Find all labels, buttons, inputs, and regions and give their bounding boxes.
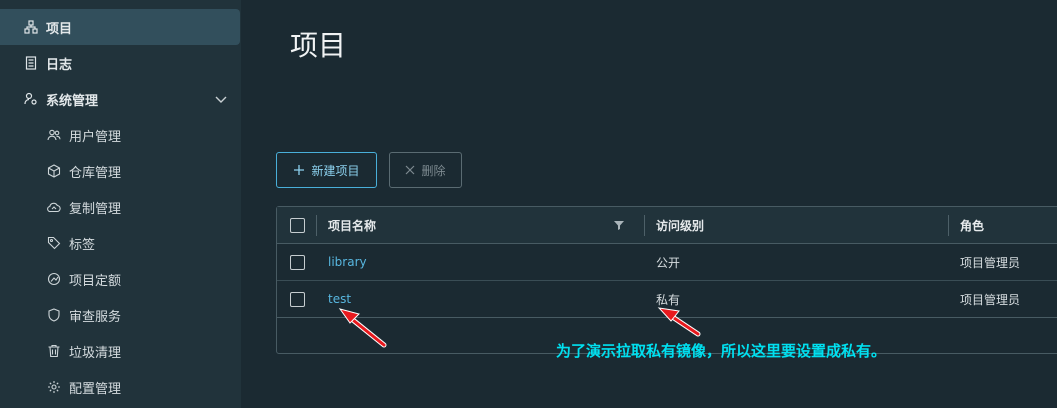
column-header-role[interactable]: 角色 [960,207,984,243]
sidebar-item-logs[interactable]: 日志 [0,45,240,81]
replication-icon [47,200,61,214]
sidebar-item-replication[interactable]: 复制管理 [0,189,240,225]
sidebar-item-label: 审查服务 [69,309,122,325]
role: 项目管理员 [960,255,1021,270]
column-header-name[interactable]: 项目名称 [328,207,376,243]
access-level: 公开 [656,255,681,270]
new-project-label: 新建项目 [311,163,360,178]
sidebar-item-admin[interactable]: 系统管理 [0,81,240,117]
plus-icon [294,165,305,175]
delete-label: 删除 [421,163,446,178]
sidebar-item-users[interactable]: 用户管理 [0,117,240,153]
delete-button[interactable]: 删除 [389,152,462,188]
sidebar-item-label: 复制管理 [69,201,122,217]
sidebar-item-label: 配置管理 [69,381,122,397]
sidebar-item-label: 系统管理 [46,93,99,109]
users-icon [47,128,61,142]
registry-icon [47,164,61,178]
table-header: 项目名称 访问级别 角色 [277,207,1057,244]
sidebar-item-labels[interactable]: 标签 [0,225,240,261]
annotation-text: 为了演示拉取私有镜像，所以这里要设置成私有。 [556,342,887,360]
sidebar-item-projects[interactable]: 项目 [0,9,240,45]
trash-icon [47,344,61,358]
tag-icon [47,236,61,250]
column-divider [644,215,645,236]
table-row: library 公开 项目管理员 [277,244,1057,281]
projects-icon [24,20,38,34]
projects-table: 项目名称 访问级别 角色 library 公开 项目管理员 test 私有 项目… [276,206,1057,354]
chevron-down-icon[interactable] [214,92,228,106]
page-title: 项目 [290,29,347,62]
role: 项目管理员 [960,292,1021,307]
sidebar-item-label: 垃圾清理 [69,345,122,361]
row-checkbox[interactable] [290,292,305,307]
sidebar-item-label: 项目定额 [69,273,122,289]
logs-icon [24,56,38,70]
shield-icon [47,308,61,322]
row-checkbox[interactable] [290,255,305,270]
new-project-button[interactable]: 新建项目 [276,152,377,188]
filter-icon[interactable] [614,220,624,230]
close-icon [406,165,415,175]
admin-icon [24,92,38,106]
select-all-checkbox[interactable] [290,218,305,233]
project-name-link[interactable]: library [328,244,367,280]
sidebar-item-config[interactable]: 配置管理 [0,369,240,405]
column-header-access[interactable]: 访问级别 [656,207,704,243]
sidebar-item-label: 日志 [46,57,73,73]
sidebar-item-label: 项目 [46,21,73,37]
column-divider [316,215,317,236]
quota-icon [47,272,61,286]
access-level: 私有 [656,292,681,307]
sidebar-item-label: 标签 [69,237,96,253]
sidebar-item-label: 仓库管理 [69,165,122,181]
sidebar-item-quotas[interactable]: 项目定额 [0,261,240,297]
sidebar: 项目 日志 系统管理 用户管理 仓库管理 复制管理 标签 项目定额 审查服务 垃… [0,0,241,408]
column-divider [948,215,949,236]
sidebar-item-interrogation[interactable]: 审查服务 [0,297,240,333]
gear-icon [47,380,61,394]
sidebar-item-label: 用户管理 [69,129,122,145]
table-row: test 私有 项目管理员 [277,281,1057,318]
project-name-link[interactable]: test [328,281,351,317]
sidebar-item-gc[interactable]: 垃圾清理 [0,333,240,369]
sidebar-item-registries[interactable]: 仓库管理 [0,153,240,189]
